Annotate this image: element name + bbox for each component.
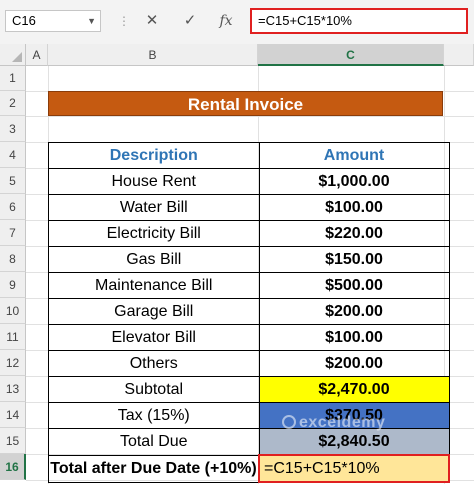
item-description[interactable]: Electricity Bill <box>48 220 260 247</box>
row-header-6[interactable]: 6 <box>0 194 26 220</box>
active-cell-c16[interactable]: =C15+C15*10% <box>258 454 450 483</box>
item-description[interactable]: Garage Bill <box>48 298 260 325</box>
table-row: Elevator Bill $100.00 <box>48 324 450 351</box>
table-row: Maintenance Bill $500.00 <box>48 272 450 299</box>
total-due-amount[interactable]: $2,840.50 <box>258 428 450 456</box>
header-description[interactable]: Description <box>48 142 260 169</box>
table-row: Others $200.00 <box>48 350 450 377</box>
item-description[interactable]: Gas Bill <box>48 246 260 273</box>
column-header-a[interactable]: A <box>26 44 48 66</box>
item-description[interactable]: Water Bill <box>48 194 260 221</box>
row-header-12[interactable]: 12 <box>0 350 26 376</box>
tax-row: Tax (15%) $370.50 <box>48 402 450 429</box>
row-header-11[interactable]: 11 <box>0 324 26 350</box>
chevron-down-icon[interactable]: ▼ <box>87 11 96 31</box>
watermark-text: exceldemy <box>299 414 386 431</box>
row-header-13[interactable]: 13 <box>0 376 26 402</box>
header-amount[interactable]: Amount <box>258 142 450 169</box>
item-description[interactable]: Elevator Bill <box>48 324 260 351</box>
row-header-3[interactable]: 3 <box>0 116 26 142</box>
select-all-corner[interactable] <box>0 44 26 66</box>
row-header-5[interactable]: 5 <box>0 168 26 194</box>
name-box[interactable]: C16 ▼ <box>5 10 101 32</box>
total-due-row: Total Due $2,840.50 <box>48 428 450 456</box>
row-header-4[interactable]: 4 <box>0 142 26 168</box>
table-row: Water Bill $100.00 <box>48 194 450 221</box>
item-description[interactable]: House Rent <box>48 168 260 195</box>
table-row: Electricity Bill $220.00 <box>48 220 450 247</box>
after-due-label[interactable]: Total after Due Date (+10%) <box>48 454 260 483</box>
invoice-table: Description Amount House Rent $1,000.00 … <box>48 142 450 483</box>
item-amount[interactable]: $100.00 <box>258 194 450 221</box>
row-header-2[interactable]: 2 <box>0 91 26 116</box>
watermark-logo-icon <box>282 415 296 429</box>
invoice-title[interactable]: Rental Invoice <box>48 91 443 116</box>
after-due-row: Total after Due Date (+10%) =C15+C15*10% <box>48 454 450 483</box>
column-header-d[interactable] <box>444 44 474 66</box>
table-header-row: Description Amount <box>48 142 450 169</box>
row-header-1[interactable]: 1 <box>0 66 26 91</box>
tax-label[interactable]: Tax (15%) <box>48 402 260 429</box>
table-row: Garage Bill $200.00 <box>48 298 450 325</box>
watermark: exceldemy <box>282 414 385 432</box>
subtotal-amount[interactable]: $2,470.00 <box>258 376 450 403</box>
item-description[interactable]: Maintenance Bill <box>48 272 260 299</box>
subtotal-label[interactable]: Subtotal <box>48 376 260 403</box>
total-due-label[interactable]: Total Due <box>48 428 260 456</box>
item-description[interactable]: Others <box>48 350 260 377</box>
subtotal-row: Subtotal $2,470.00 <box>48 376 450 403</box>
item-amount[interactable]: $200.00 <box>258 350 450 377</box>
formula-bar: C16 ▼ ⋮ ✕ ✓ fx =C15+C15*10% <box>0 0 474 45</box>
row-header-9[interactable]: 9 <box>0 272 26 298</box>
row-header-15[interactable]: 15 <box>0 428 26 454</box>
item-amount[interactable]: $1,000.00 <box>258 168 450 195</box>
formula-input[interactable]: =C15+C15*10% <box>250 8 468 34</box>
row-header-16[interactable]: 16 <box>0 454 26 480</box>
item-amount[interactable]: $100.00 <box>258 324 450 351</box>
item-amount[interactable]: $220.00 <box>258 220 450 247</box>
item-amount[interactable]: $200.00 <box>258 298 450 325</box>
row-header-14[interactable]: 14 <box>0 402 26 428</box>
table-row: House Rent $1,000.00 <box>48 168 450 195</box>
cancel-icon[interactable]: ✕ <box>140 10 164 32</box>
item-amount[interactable]: $150.00 <box>258 246 450 273</box>
column-header-c[interactable]: C <box>258 44 444 66</box>
name-box-value: C16 <box>12 13 36 28</box>
row-header-10[interactable]: 10 <box>0 298 26 324</box>
item-amount[interactable]: $500.00 <box>258 272 450 299</box>
checkmark-icon[interactable]: ✓ <box>178 10 202 32</box>
row-header-8[interactable]: 8 <box>0 246 26 272</box>
column-header-b[interactable]: B <box>48 44 258 66</box>
row-header-7[interactable]: 7 <box>0 220 26 246</box>
insert-function-icon[interactable]: fx <box>214 10 238 32</box>
formula-bar-separator: ⋮ <box>118 14 130 28</box>
table-row: Gas Bill $150.00 <box>48 246 450 273</box>
